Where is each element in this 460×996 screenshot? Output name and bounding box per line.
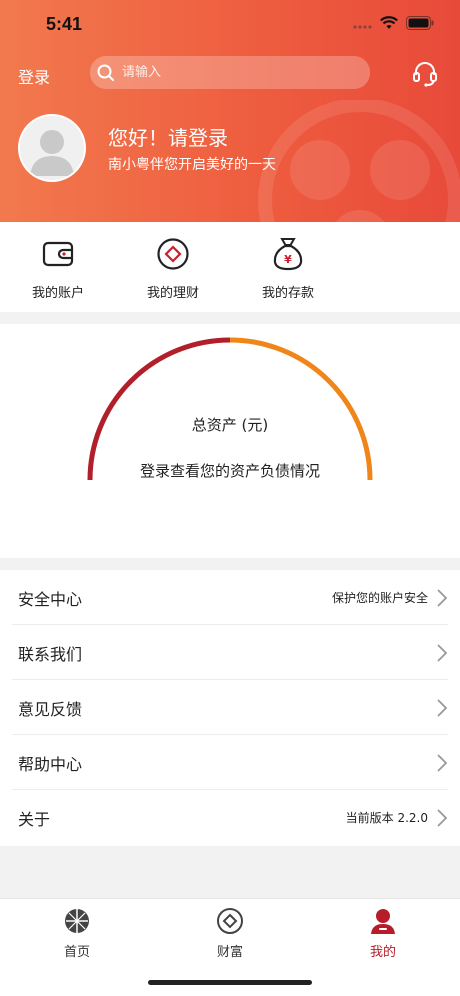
chevron-right-icon — [437, 588, 448, 607]
wealth-icon — [157, 238, 189, 270]
greeting-title[interactable]: 您好！请登录 — [108, 122, 228, 151]
tab-label: 我的 — [369, 945, 396, 960]
menu-item-help-center[interactable]: 帮助中心 — [0, 735, 460, 790]
wifi-icon — [380, 16, 398, 29]
status-icons — [352, 16, 434, 30]
home-indicator — [148, 980, 312, 985]
menu-item-about[interactable]: 关于 当前版本 2.2.0 — [0, 790, 460, 845]
avatar[interactable] — [18, 114, 86, 182]
quick-action-my-wealth[interactable]: 我的理财 — [123, 236, 223, 301]
customer-service-icon[interactable] — [412, 60, 438, 88]
wealth-icon — [217, 908, 243, 934]
quick-action-label: 我的账户 — [31, 286, 84, 301]
menu-item-label: 关于 — [18, 809, 51, 829]
menu-item-value: 保护您的账户安全 — [331, 591, 428, 605]
menu-item-security-center[interactable]: 安全中心 保护您的账户安全 — [0, 570, 460, 625]
settings-menu: 安全中心 保护您的账户安全 联系我们 意见反馈 帮助中心 关于 当前版本 2.2… — [0, 570, 460, 846]
tab-mine[interactable]: 我的 — [343, 907, 423, 960]
signal-icon — [353, 25, 372, 29]
login-link[interactable]: 登录 — [18, 64, 50, 88]
status-time: 5:41 — [46, 14, 83, 34]
search-bar[interactable] — [90, 56, 370, 89]
menu-item-label: 联系我们 — [18, 644, 83, 664]
battery-icon — [406, 16, 434, 30]
svg-text:¥: ¥ — [284, 253, 292, 266]
quick-action-my-account[interactable]: 我的账户 — [8, 236, 108, 301]
total-assets-title: 总资产 (元) — [191, 416, 269, 434]
tab-home[interactable]: 首页 — [37, 907, 117, 960]
total-assets-card[interactable]: 总资产 (元) 登录查看您的资产负债情况 — [0, 324, 460, 558]
money-bag-icon: ¥ — [273, 238, 303, 271]
default-avatar-icon — [30, 130, 74, 176]
chevron-right-icon — [437, 808, 448, 827]
menu-item-value: 当前版本 2.2.0 — [345, 811, 428, 825]
greeting-subtitle: 南小粤伴您开启美好的一天 — [108, 157, 276, 173]
menu-item-feedback[interactable]: 意见反馈 — [0, 680, 460, 735]
quick-action-label: 我的存款 — [261, 286, 314, 301]
tab-wealth[interactable]: 财富 — [190, 907, 270, 960]
tab-label: 财富 — [216, 945, 243, 960]
menu-item-label: 意见反馈 — [18, 699, 83, 719]
wallet-icon — [42, 241, 74, 267]
status-bar: 5:41 — [0, 0, 460, 50]
login-assets-hint: 登录查看您的资产负债情况 — [139, 462, 320, 480]
chevron-right-icon — [437, 753, 448, 772]
user-icon — [371, 909, 395, 934]
quick-actions: 我的账户 我的理财 ¥ 我的存款 — [0, 222, 460, 312]
chevron-right-icon — [437, 643, 448, 662]
menu-item-contact-us[interactable]: 联系我们 — [0, 625, 460, 680]
search-input[interactable] — [122, 65, 352, 80]
quick-action-label: 我的理财 — [146, 286, 199, 301]
chevron-right-icon — [437, 698, 448, 717]
quick-action-my-deposits[interactable]: ¥ 我的存款 — [238, 236, 338, 301]
menu-item-label: 安全中心 — [18, 589, 83, 609]
search-icon — [97, 64, 114, 81]
menu-item-label: 帮助中心 — [18, 754, 83, 774]
tab-label: 首页 — [63, 945, 90, 960]
home-globe-icon — [65, 909, 89, 933]
